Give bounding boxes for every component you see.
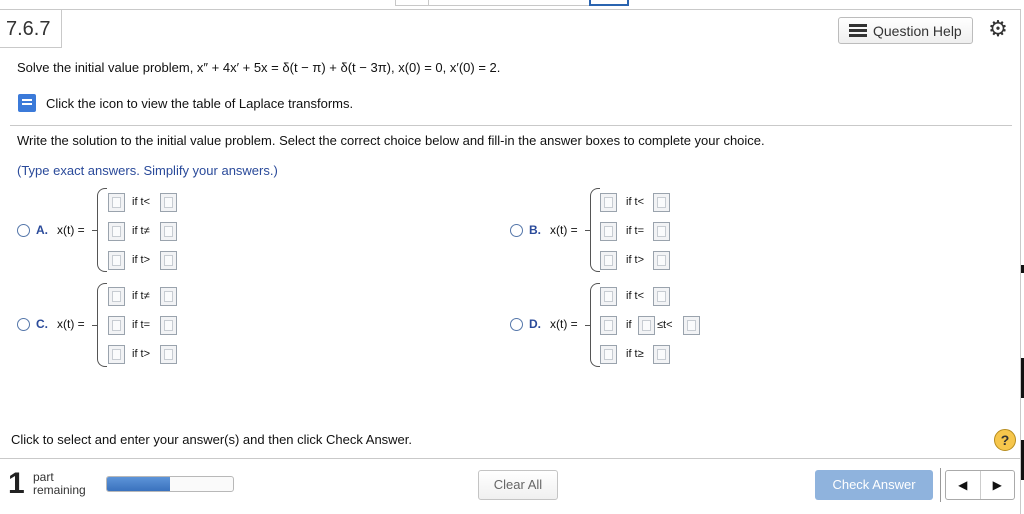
choice-a-cond-2: if t≠ <box>132 225 150 237</box>
choice-d-value-3[interactable] <box>600 345 617 364</box>
question-help-button[interactable]: Question Help <box>838 17 973 44</box>
choice-a-brace <box>92 188 107 272</box>
choice-c-bound-1[interactable] <box>160 287 177 306</box>
choice-c-bound-3[interactable] <box>160 345 177 364</box>
top-tabs <box>395 0 630 7</box>
check-answer-button[interactable]: Check Answer <box>815 470 933 500</box>
choice-c-bound-2[interactable] <box>160 316 177 335</box>
progress-bar <box>106 476 234 492</box>
divider-top <box>0 9 1020 10</box>
choice-d-upper-bound-2[interactable] <box>683 316 700 335</box>
choice-b-letter: B. <box>529 223 541 237</box>
choice-c-radio[interactable] <box>17 317 30 331</box>
divider-bottom <box>0 458 1020 459</box>
choice-c-function: x(t) = <box>57 317 85 331</box>
instructions-text: Write the solution to the initial value … <box>17 133 765 148</box>
parts-remaining-count: 1 <box>8 467 25 500</box>
divider-middle <box>10 125 1012 126</box>
choice-c-letter: C. <box>36 317 48 331</box>
choice-a-radio[interactable] <box>17 223 30 237</box>
choice-b-value-3[interactable] <box>600 251 617 270</box>
choice-d-bound-3[interactable] <box>653 345 670 364</box>
choice-c-value-3[interactable] <box>108 345 125 364</box>
choice-a-cond-3: if t> <box>132 254 151 266</box>
next-arrow-icon[interactable]: ▶ <box>979 471 1015 499</box>
choice-c-brace <box>92 283 107 367</box>
choice-a-bound-3[interactable] <box>160 251 177 270</box>
question-help-label: Question Help <box>873 22 962 39</box>
list-icon <box>849 23 867 38</box>
choice-a-letter: A. <box>36 223 48 237</box>
choice-b-value-2[interactable] <box>600 222 617 241</box>
choice-a-bound-1[interactable] <box>160 193 177 212</box>
laplace-link-text: Click the icon to view the table of Lapl… <box>46 95 354 111</box>
choice-b-brace <box>585 188 600 272</box>
top-tab-1[interactable] <box>395 0 429 6</box>
choice-d-value-1[interactable] <box>600 287 617 306</box>
progress-fill <box>107 477 170 491</box>
choice-b-bound-3[interactable] <box>653 251 670 270</box>
choice-c-cond-3: if t> <box>132 348 151 360</box>
choice-b-cond-2: if t= <box>626 225 645 237</box>
choice-b-bound-1[interactable] <box>653 193 670 212</box>
choice-d-radio[interactable] <box>510 317 523 331</box>
gear-icon[interactable]: ⚙ <box>986 17 1010 41</box>
top-tab-2[interactable] <box>429 0 589 6</box>
choice-a-value-1[interactable] <box>108 193 125 212</box>
choice-c[interactable]: C. x(t) = <box>17 317 87 331</box>
choice-d-bound-1[interactable] <box>653 287 670 306</box>
book-icon[interactable] <box>18 94 36 112</box>
choice-c-value-2[interactable] <box>108 316 125 335</box>
choice-b-cond-1: if t< <box>626 196 645 208</box>
choice-b-function: x(t) = <box>550 223 578 237</box>
choice-a-function: x(t) = <box>57 223 85 237</box>
footer-message: Click to select and enter your answer(s)… <box>11 432 413 447</box>
problem-statement: Solve the initial value problem, x″ + 4x… <box>17 60 501 75</box>
clear-all-button[interactable]: Clear All <box>478 470 558 500</box>
choice-a-bound-2[interactable] <box>160 222 177 241</box>
choice-a-value-3[interactable] <box>108 251 125 270</box>
parts-label-line-2: remaining <box>33 483 86 497</box>
choice-d-function: x(t) = <box>550 317 578 331</box>
choice-b-value-1[interactable] <box>600 193 617 212</box>
choice-c-cond-2: if t= <box>132 319 151 331</box>
instructions-note: (Type exact answers. Simplify your answe… <box>17 163 278 178</box>
top-tab-active[interactable] <box>589 0 629 6</box>
choice-c-cond-1: if t≠ <box>132 290 150 302</box>
choice-d-cond-1: if t< <box>626 290 645 302</box>
choice-d-value-2[interactable] <box>600 316 617 335</box>
choice-a-cond-1: if t< <box>132 196 151 208</box>
choice-b-bound-2[interactable] <box>653 222 670 241</box>
choice-d-cond-2: if <box>626 319 632 331</box>
choice-b-radio[interactable] <box>510 223 523 237</box>
choice-d[interactable]: D. x(t) = <box>510 317 580 331</box>
help-icon[interactable]: ? <box>994 429 1016 451</box>
choice-a[interactable]: A. x(t) = <box>17 223 87 237</box>
choice-a-value-2[interactable] <box>108 222 125 241</box>
choice-b-cond-3: if t> <box>626 254 645 266</box>
laplace-link-row[interactable]: Click the icon to view the table of Lapl… <box>18 94 353 112</box>
previous-arrow-icon[interactable]: ◀ <box>946 471 980 499</box>
choice-c-value-1[interactable] <box>108 287 125 306</box>
choice-d-cond-2-range: ≤t< <box>657 319 673 331</box>
choice-d-cond-3: if t≥ <box>626 348 644 360</box>
choice-d-brace <box>585 283 600 367</box>
choice-d-letter: D. <box>529 317 541 331</box>
choice-d-lower-bound-2[interactable] <box>638 316 655 335</box>
parts-remaining-label: part remaining <box>33 471 86 497</box>
choice-b[interactable]: B. x(t) = <box>510 223 580 237</box>
question-number: 7.6.7 <box>0 10 62 48</box>
nav-separator <box>940 468 941 502</box>
question-nav: ◀ ▶ <box>945 470 1015 500</box>
